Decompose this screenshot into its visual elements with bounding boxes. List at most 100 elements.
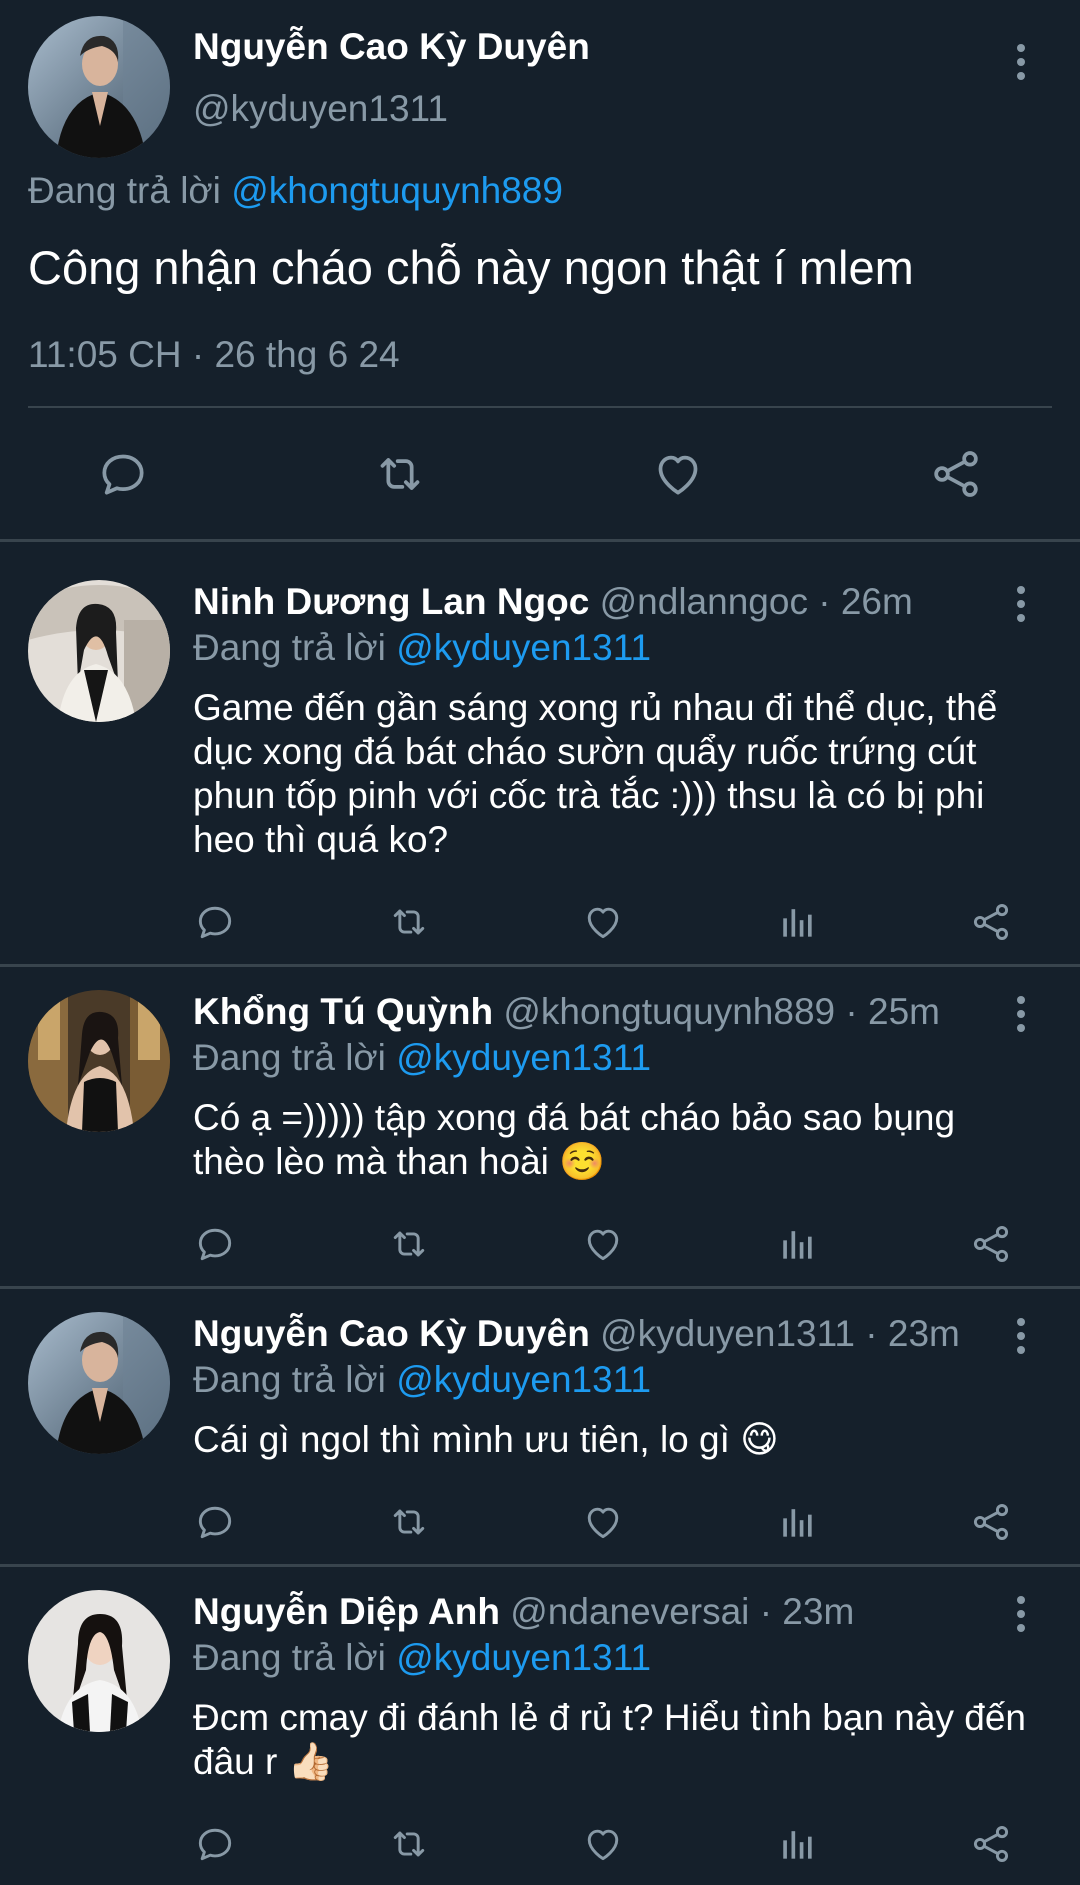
retweet-icon [393,1509,425,1535]
share-icon [934,451,978,497]
reply-tweet[interactable]: Nguyễn Cao Kỳ Duyên @kyduyen1311 · 23m Đ… [0,1312,1080,1567]
reply-tweet[interactable]: Khổng Tú Quỳnh @khongtuquynh889 · 25m Đa… [0,990,1080,1290]
replying-label: Đang trả lời [193,1359,386,1400]
avatar[interactable] [28,1312,170,1454]
replying-to: Đang trả lời @kyduyen1311 [193,1358,651,1402]
divider [0,1286,1080,1289]
more-options-icon[interactable] [1005,994,1037,1034]
author-name[interactable]: Nguyễn Cao Kỳ Duyên [193,1313,590,1354]
replying-label: Đang trả lời [28,170,221,211]
analytics-button[interactable] [775,1222,819,1266]
reply-button[interactable] [193,1222,237,1266]
share-icon [973,1504,1009,1540]
author-handle[interactable]: @kyduyen1311 [600,1313,855,1354]
reply-button[interactable] [95,446,151,502]
retweet-button[interactable] [387,1822,431,1866]
mention-link[interactable]: @kyduyen1311 [396,627,651,668]
author-handle[interactable]: @khongtuquynh889 [503,991,835,1032]
retweet-button[interactable] [387,1500,431,1544]
like-button[interactable] [581,1500,625,1544]
tweet-time[interactable]: · 25m [845,991,940,1032]
replying-label: Đang trả lời [193,627,386,668]
retweet-button[interactable] [387,900,431,944]
share-icon [973,1226,1009,1262]
divider [0,964,1080,967]
mention-link[interactable]: @kyduyen1311 [396,1637,651,1678]
reply-icon [102,454,144,495]
tweet-text: Công nhận cháo chỗ này ngon thật í mlem [28,241,914,294]
reply-icon [198,906,232,939]
reply-icon [198,1828,232,1861]
reply-button[interactable] [193,900,237,944]
tweet-header: Nguyễn Cao Kỳ Duyên @kyduyen1311 · 23m [193,1312,960,1356]
analytics-button[interactable] [775,1500,819,1544]
replying-to: Đang trả lời @kyduyen1311 [193,1036,651,1080]
avatar[interactable] [28,580,170,722]
retweet-icon [393,1831,425,1857]
retweet-icon [393,909,425,935]
tweet-text: Có ạ =))))) tập xong đá bát cháo bảo sao… [193,1097,966,1182]
more-options-icon[interactable] [1005,1594,1037,1634]
author-name[interactable]: Khổng Tú Quỳnh [193,991,493,1032]
author-name[interactable]: Nguyễn Cao Kỳ Duyên [193,26,590,68]
analytics-button[interactable] [775,1822,819,1866]
tweet-header: Nguyễn Diệp Anh @ndaneversai · 23m [193,1590,854,1634]
divider [0,1564,1080,1567]
like-icon [587,907,619,939]
more-options-icon[interactable] [1005,42,1037,82]
like-button[interactable] [650,446,706,502]
avatar[interactable] [28,1590,170,1732]
avatar[interactable] [28,990,170,1132]
author-name[interactable]: Nguyễn Diệp Anh [193,1591,500,1632]
reply-icon [198,1506,232,1539]
tweet-text: Cái gì ngol thì mình ưu tiên, lo gì 😋 [193,1419,779,1460]
reply-tweet[interactable]: Ninh Dương Lan Ngọc @ndlanngoc · 26m Đan… [0,580,1080,965]
more-options-icon[interactable] [1005,584,1037,624]
tweet-time[interactable]: · 23m [760,1591,855,1632]
author-handle[interactable]: @kyduyen1311 [193,88,448,130]
share-icon [973,1826,1009,1862]
tweet-header: Ninh Dương Lan Ngọc @ndlanngoc · 26m [193,580,913,624]
retweet-icon [393,1231,425,1257]
like-button[interactable] [581,1222,625,1266]
like-icon [587,1229,619,1261]
main-tweet: Nguyễn Cao Kỳ Duyên @kyduyen1311 Đang tr… [0,0,1080,540]
retweet-icon [380,458,420,490]
author-handle[interactable]: @ndaneversai [510,1591,749,1632]
reply-button[interactable] [193,1500,237,1544]
replying-to: Đang trả lời @khongtuquynh889 [28,170,563,212]
mention-link[interactable]: @kyduyen1311 [396,1359,651,1400]
timestamp[interactable]: 11:05 CH · 26 thg 6 24 [28,334,400,376]
replying-to: Đang trả lời @kyduyen1311 [193,1636,651,1680]
share-button[interactable] [969,1222,1013,1266]
share-button[interactable] [969,1500,1013,1544]
avatar[interactable] [28,16,170,158]
share-button[interactable] [969,900,1013,944]
tweet-header: Khổng Tú Quỳnh @khongtuquynh889 · 25m [193,990,940,1034]
like-button[interactable] [581,1822,625,1866]
reply-tweet[interactable]: Nguyễn Diệp Anh @ndaneversai · 23m Đang … [0,1590,1080,1885]
author-name[interactable]: Ninh Dương Lan Ngọc [193,581,589,622]
share-button[interactable] [928,446,984,502]
like-icon [587,1829,619,1861]
replying-label: Đang trả lời [193,1037,386,1078]
mention-link[interactable]: @kyduyen1311 [396,1037,651,1078]
share-button[interactable] [969,1822,1013,1866]
analytics-icon [783,909,812,937]
analytics-button[interactable] [775,900,819,944]
analytics-icon [783,1231,812,1259]
retweet-button[interactable] [387,1222,431,1266]
retweet-button[interactable] [372,446,428,502]
tweet-time[interactable]: · 23m [865,1313,960,1354]
author-handle[interactable]: @ndlanngoc [600,581,808,622]
reply-button[interactable] [193,1822,237,1866]
replying-to: Đang trả lời @kyduyen1311 [193,626,651,670]
analytics-icon [783,1509,812,1537]
like-button[interactable] [581,900,625,944]
analytics-icon [783,1831,812,1859]
share-icon [973,904,1009,940]
tweet-time[interactable]: · 26m [818,581,913,622]
divider [28,406,1052,408]
more-options-icon[interactable] [1005,1316,1037,1356]
mention-link[interactable]: @khongtuquynh889 [231,170,563,211]
